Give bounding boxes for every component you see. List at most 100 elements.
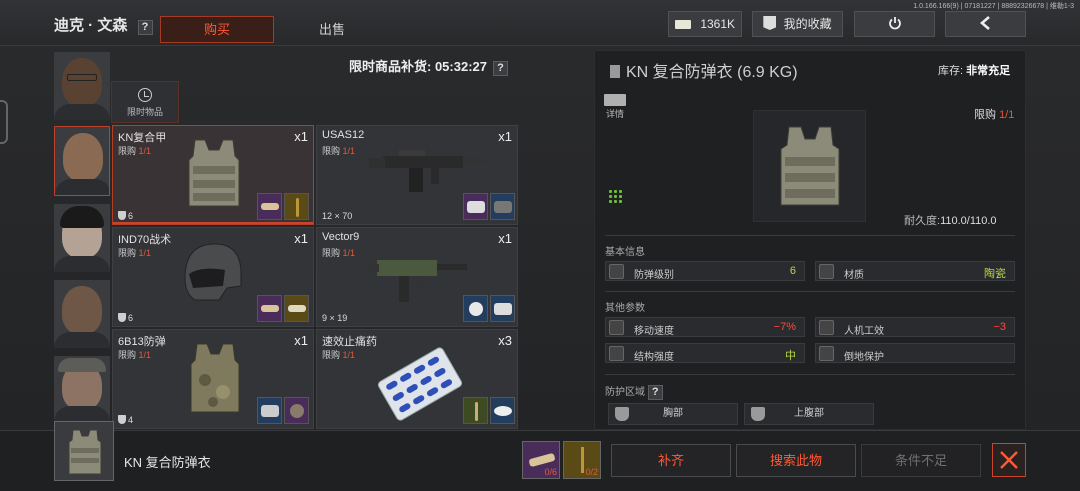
- help-icon[interactable]: ?: [492, 61, 508, 76]
- item-name: 速效止痛药: [322, 336, 377, 348]
- item-name: Vector9: [322, 231, 360, 243]
- cap: [58, 358, 106, 372]
- shield-icon: [118, 313, 126, 322]
- material-plate[interactable]: [490, 193, 515, 220]
- armor-class-value: 6: [128, 211, 134, 221]
- trader-portrait-1[interactable]: [54, 52, 110, 120]
- chest-icon: [615, 407, 629, 421]
- material-helmet[interactable]: [284, 397, 309, 424]
- stat-value: −3: [993, 321, 1006, 333]
- armor-vest-icon: [68, 429, 102, 475]
- material-plate[interactable]: [257, 397, 282, 424]
- item-card-kn-armor[interactable]: KN复合甲 限购 1/1 x1 6: [112, 125, 314, 225]
- divider: [605, 291, 1015, 292]
- item-limit: 限购 1/1: [118, 348, 151, 361]
- help-icon[interactable]: ?: [137, 20, 153, 35]
- item-quantity: x1: [498, 231, 512, 246]
- back-button[interactable]: [945, 11, 1026, 37]
- stat-value: 陶瓷: [984, 268, 1006, 280]
- item-name: 6B13防弹: [118, 336, 166, 348]
- search-item-button[interactable]: 搜索此物: [736, 444, 856, 477]
- vest-small-icon: [610, 65, 620, 78]
- limit-value: 1/1: [999, 109, 1015, 121]
- power-icon: [888, 17, 901, 30]
- item-detail-panel: [594, 50, 1026, 430]
- material-cards[interactable]: [490, 295, 515, 322]
- insufficient-button[interactable]: 条件不足: [861, 444, 981, 477]
- caliber: 9 × 19: [322, 313, 348, 323]
- material-tablet[interactable]: [463, 193, 488, 220]
- item-card-painkiller[interactable]: 速效止痛药 限购 1/1 x3: [316, 329, 518, 429]
- material-bandage[interactable]: [257, 193, 282, 220]
- plate-icon: [261, 405, 279, 417]
- material-count: 0/6: [544, 467, 557, 477]
- item-card-vector9[interactable]: Vector9 限购 1/1 x1 9 × 19: [316, 227, 518, 327]
- selected-item-thumbnail: [54, 421, 114, 481]
- material-wire[interactable]: [284, 193, 309, 220]
- roll-icon: [528, 452, 556, 468]
- tab-buy[interactable]: 购买: [160, 16, 274, 43]
- limit-value: 1/1: [138, 350, 152, 360]
- required-material-1[interactable]: 0/6: [522, 441, 560, 479]
- trader-portrait-2[interactable]: [54, 126, 110, 196]
- trader-portrait-4[interactable]: [54, 280, 110, 348]
- clock-icon: [138, 88, 152, 102]
- trader-portrait-3[interactable]: [54, 204, 110, 272]
- material-count: 0/2: [585, 467, 598, 477]
- armor-class: 6: [118, 211, 133, 221]
- item-quantity: x1: [294, 231, 308, 246]
- item-quantity: x1: [498, 129, 512, 144]
- divider: [605, 235, 1015, 236]
- grid-size-icon: [608, 189, 622, 203]
- avatar: [62, 58, 102, 106]
- stat-move-speed: 移动速度 −7%: [605, 317, 805, 337]
- fill-button[interactable]: 补齐: [611, 444, 731, 477]
- material-bandage[interactable]: [257, 295, 282, 322]
- favorites-label: 我的收藏: [783, 17, 832, 31]
- disc-icon: [494, 406, 512, 416]
- material-parts[interactable]: [284, 295, 309, 322]
- required-material-2[interactable]: 0/2: [563, 441, 601, 479]
- material-icon: [819, 264, 834, 279]
- helmet-icon: [184, 243, 242, 301]
- armor-class: 4: [118, 415, 133, 425]
- armor-class: 6: [118, 313, 133, 323]
- abdomen-icon: [751, 407, 765, 421]
- detail-button[interactable]: 详情: [604, 94, 626, 120]
- help-icon[interactable]: ?: [647, 385, 663, 400]
- trader-portrait-5[interactable]: [54, 356, 110, 422]
- glasses-icon: [67, 74, 97, 81]
- item-limit: 限购 1/1: [322, 348, 355, 361]
- stick-icon: [475, 402, 478, 421]
- material-disc[interactable]: [490, 397, 515, 424]
- limit-label: 限购: [322, 350, 341, 360]
- limit-label: 限购: [322, 248, 341, 258]
- item-card-ind70[interactable]: IND70战术 限购 1/1 x1 6: [112, 227, 314, 327]
- item-limit: 限购 1/1: [322, 144, 355, 157]
- cards-icon: [494, 303, 512, 315]
- limit-label: 限购: [322, 146, 341, 156]
- material-tape[interactable]: [463, 295, 488, 322]
- zone-upper-abdomen: 上腹部: [744, 403, 874, 425]
- shield-icon: [609, 264, 624, 279]
- avatar: [63, 133, 103, 181]
- favorites-button[interactable]: 我的收藏: [752, 11, 843, 37]
- stock-info: 库存: 非常充足: [938, 62, 1010, 78]
- material-stick[interactable]: [463, 397, 488, 424]
- pill-pack-icon: [377, 347, 463, 421]
- stat-label: 结构强度: [634, 352, 674, 363]
- currency-display[interactable]: 1361K: [668, 11, 742, 37]
- close-button[interactable]: [992, 443, 1026, 477]
- limit-label: 限购: [974, 109, 996, 121]
- tab-sell[interactable]: 出售: [300, 16, 364, 43]
- armor-class-value: 6: [128, 313, 134, 323]
- limited-items-button[interactable]: 限时物品: [111, 81, 179, 123]
- item-card-usas12[interactable]: USAS12 限购 1/1 x1 12 × 70: [316, 125, 518, 225]
- zone-chest: 胸部: [608, 403, 738, 425]
- side-drawer-handle[interactable]: [0, 100, 8, 144]
- limit-value: 1/1: [342, 248, 356, 258]
- item-card-6b13[interactable]: 6B13防弹 限购 1/1 x1 4: [112, 329, 314, 429]
- item-quantity: x1: [294, 333, 308, 348]
- power-button[interactable]: [854, 11, 935, 37]
- portrait-body: [54, 406, 110, 422]
